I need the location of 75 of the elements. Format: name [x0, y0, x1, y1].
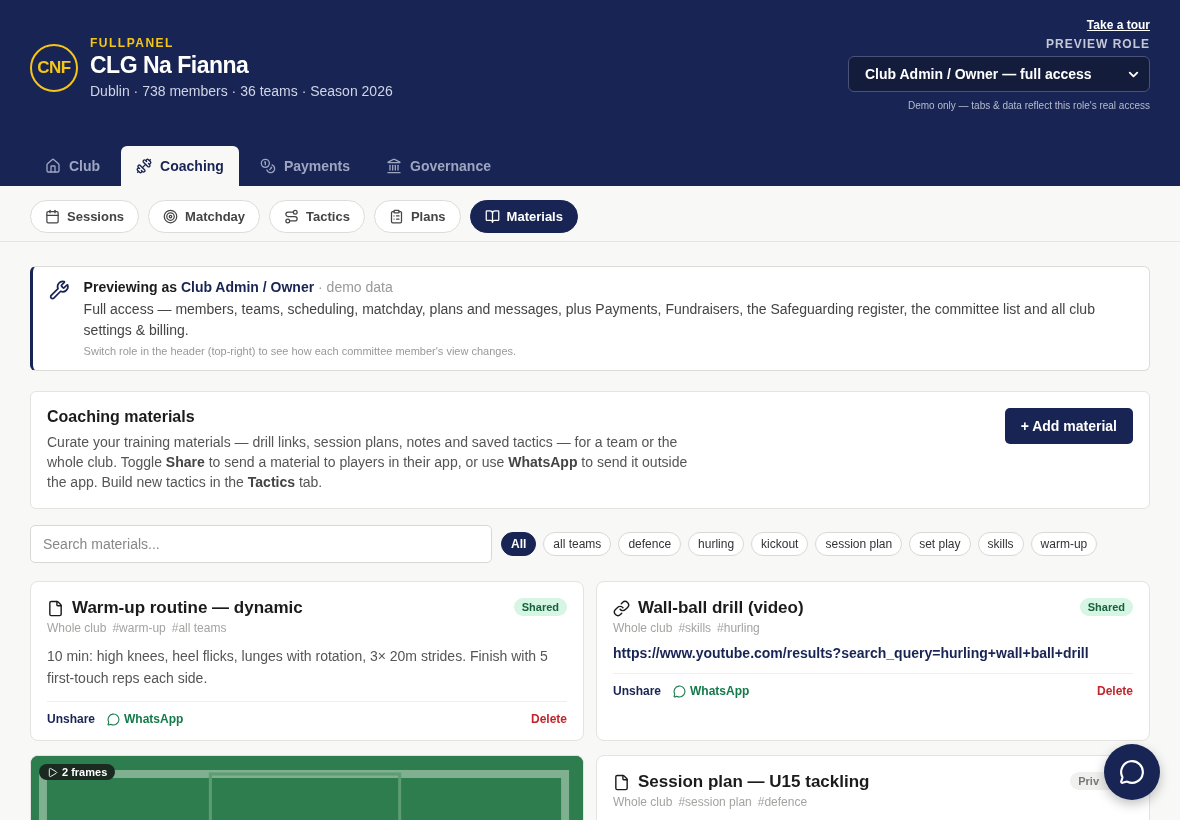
chat-bubble-icon: [673, 684, 687, 698]
material-description: 10 min: high knees, heel flicks, lunges with rotation, 3× 20m strides. Finish with 5 first-touch reps each side.: [47, 647, 549, 688]
filter-chip[interactable]: All: [501, 532, 537, 556]
link-icon: [613, 599, 630, 617]
material-tag: #hurling: [717, 621, 760, 635]
target-icon: [163, 209, 179, 224]
material-tag: #session plan: [678, 795, 752, 809]
material-tag: #skills: [678, 621, 712, 635]
chat-icon: [1119, 759, 1145, 785]
nav-tab[interactable]: Coaching: [121, 146, 239, 186]
nav-tab[interactable]: Payments: [244, 146, 366, 186]
document-icon: [47, 599, 64, 617]
filter-chip[interactable]: set play: [909, 532, 971, 556]
whatsapp-button[interactable]: WhatsApp: [673, 684, 750, 698]
material-tag: #warm-up: [112, 621, 166, 635]
material-title: Warm-up routine — dynamic: [72, 598, 303, 618]
material-tag: #defence: [757, 795, 808, 809]
nav-tab[interactable]: Club: [30, 146, 116, 186]
filter-chip[interactable]: skills: [977, 532, 1024, 556]
whatsapp-button[interactable]: WhatsApp: [107, 712, 184, 726]
material-scope: Whole club: [613, 795, 673, 809]
sub-tab[interactable]: Materials: [469, 200, 578, 233]
sub-tab[interactable]: Plans: [373, 200, 461, 233]
route-icon: [284, 209, 300, 224]
sub-tab[interactable]: Sessions: [30, 200, 140, 233]
dumbbell-icon: [136, 158, 153, 174]
app-name: FULLPANEL: [90, 36, 175, 50]
document-icon: [613, 773, 630, 791]
section-title: Coaching materials: [47, 408, 196, 426]
material-title: Wall-ball drill (video): [638, 598, 804, 618]
filter-chip[interactable]: warm-up: [1030, 532, 1098, 556]
house-icon: [45, 158, 61, 174]
role-note: Demo only — tabs & data reflect this role's real access: [908, 100, 1150, 111]
search-field[interactable]: Search materials...: [30, 525, 492, 563]
nav-tab[interactable]: Governance: [371, 146, 506, 186]
frame-count-badge: 2 frames: [39, 764, 116, 780]
material-link[interactable]: https://www.youtube.com/results?search_query=hurling+wall+ball+drill: [613, 645, 1133, 661]
unshare-button[interactable]: Unshare: [613, 684, 662, 698]
club-name: CLG Na Fianna: [90, 52, 250, 79]
filter-chip[interactable]: hurling: [688, 532, 745, 556]
delete-button[interactable]: Delete: [1096, 684, 1133, 698]
section-description: Curate your training materials — drill links, session plans, notes and saved tactics — for a team or the whole club. Toggle Share to send a material to players in their app, or use WhatsApp to send it outside the app. Build new tactics in the Tactics tab.: [47, 433, 689, 492]
sub-tab[interactable]: Matchday: [148, 200, 261, 233]
add-material-button[interactable]: + Add material: [1004, 408, 1133, 444]
filter-chip[interactable]: all teams: [543, 532, 612, 556]
book-icon: [484, 209, 500, 224]
status-badge: Shared: [513, 598, 567, 616]
wrench-icon: [49, 279, 70, 301]
clipboard-icon: [388, 209, 404, 224]
club-meta: Dublin · 738 members · 36 teams · Season 2026: [90, 83, 393, 99]
sub-tab[interactable]: Tactics: [269, 200, 365, 233]
notice-title: Previewing as Club Admin / Owner · demo data: [83, 279, 394, 295]
club-logo: CNF: [30, 43, 78, 92]
material-scope: Whole club: [47, 621, 107, 635]
status-badge: Shared: [1079, 598, 1133, 616]
coins-icon: [259, 158, 276, 174]
bank-icon: [386, 158, 403, 174]
calendar-icon: [45, 209, 60, 224]
role-select[interactable]: Club Admin / Owner — full access: [848, 56, 1150, 92]
filter-chip[interactable]: kickout: [751, 532, 809, 556]
material-scope: Whole club: [613, 621, 673, 635]
role-label: PREVIEW ROLE: [1046, 37, 1150, 51]
material-tag: #all teams: [171, 621, 227, 635]
filter-chip[interactable]: defence: [618, 532, 682, 556]
chat-button[interactable]: [1104, 744, 1160, 800]
play-icon: [47, 766, 58, 778]
filter-chip[interactable]: session plan: [815, 532, 903, 556]
notice-body: Full access — members, teams, scheduling, matchday, plans and messages, plus Payments, Fundraisers, the Safeguarding register, the committee list and all club settings & billing.: [83, 300, 1096, 340]
unshare-button[interactable]: Unshare: [47, 712, 96, 726]
delete-button[interactable]: Delete: [530, 712, 567, 726]
tactic-card[interactable]: 2 frames: [30, 755, 584, 820]
notice-hint: Switch role in the header (top-right) to see how each committee member's view changes.: [83, 345, 518, 357]
chat-bubble-icon: [107, 712, 121, 726]
material-title: Session plan — U15 tackling: [638, 772, 870, 792]
tour-link[interactable]: Take a tour: [1086, 18, 1150, 32]
